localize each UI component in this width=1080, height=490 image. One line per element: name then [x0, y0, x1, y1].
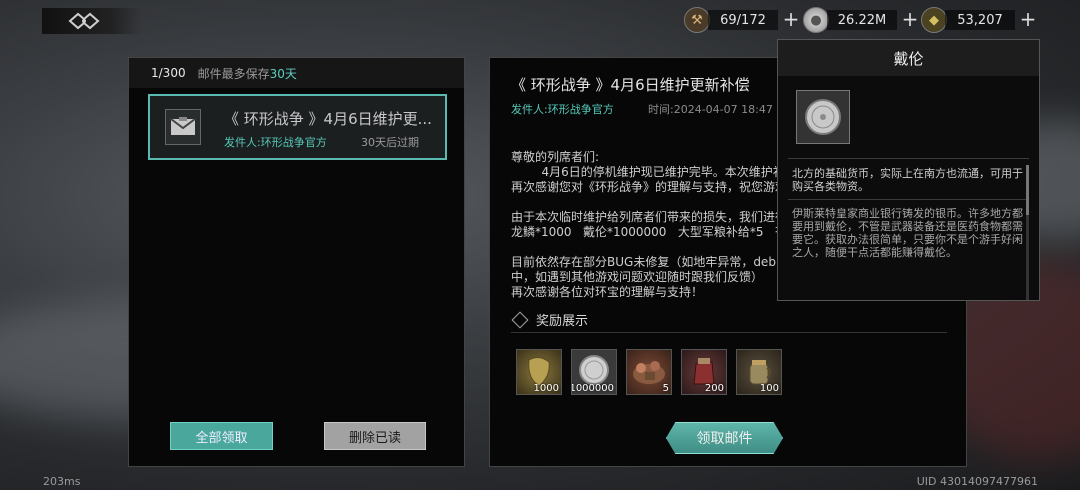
reward-item[interactable]: 1000	[516, 349, 562, 395]
resource-silver: ● 26.22M +	[803, 7, 921, 33]
reward-item[interactable]: 5	[626, 349, 672, 395]
mail-limit-days: 30天	[269, 66, 297, 81]
silver-coin-icon: ●	[803, 7, 829, 33]
ration-icon: ⚒	[684, 7, 710, 33]
tooltip-desc-secondary: 伊斯莱特皇家商业银行铸发的银币。许多地方都要用到戴伦，不管是武器装备还是医药食物…	[792, 207, 1023, 259]
add-silver-button[interactable]: +	[899, 9, 921, 30]
reward-qty: 1000000	[571, 383, 614, 394]
resource-value: 26.22M	[827, 10, 897, 30]
mail-list-item[interactable]: 《 环形战争 》4月6日维护更... 发件人:环形战争官方 30天后过期	[148, 94, 447, 160]
diamond-icon	[511, 311, 529, 328]
mail-limit: 邮件最多保存30天	[198, 65, 297, 82]
reward-item[interactable]: 200	[681, 349, 727, 395]
resource-dragon-scale: ◆ 53,207 +	[921, 7, 1039, 33]
reward-item[interactable]: 1000000	[571, 349, 617, 395]
resource-value: 53,207	[945, 10, 1015, 30]
delete-read-button[interactable]: 删除已读	[324, 422, 426, 450]
dragon-scale-icon: ◆	[921, 7, 947, 33]
resource-rations: ⚒ 69/172 +	[684, 7, 802, 33]
resource-value: 69/172	[708, 10, 778, 30]
divider	[511, 332, 947, 333]
mail-limit-prefix: 邮件最多保存	[197, 66, 270, 81]
reward-qty: 200	[704, 383, 724, 394]
tooltip-title: 戴伦	[778, 40, 1039, 76]
add-rations-button[interactable]: +	[780, 9, 802, 30]
reward-section-title: 奖励展示	[511, 310, 588, 329]
silver-coin-icon	[796, 90, 850, 144]
reward-item[interactable]: 100	[736, 349, 782, 395]
user-id: UID 43014097477961	[916, 475, 1038, 488]
tooltip-desc-primary: 北方的基础货币，实际上在南方也流通，可用于购买各类物资。	[792, 167, 1023, 193]
item-tooltip: 戴伦 北方的基础货币，实际上在南方也流通，可用于购买各类物资。 伊斯莱特皇家商业…	[777, 39, 1040, 301]
mail-envelope-icon	[165, 109, 201, 145]
claim-all-button[interactable]: 全部领取	[170, 422, 273, 450]
mail-item-title: 《 环形战争 》4月6日维护更...	[224, 110, 432, 128]
mail-item-sender: 发件人:环形战争官方	[224, 136, 327, 149]
tooltip-scrollbar[interactable]	[1026, 165, 1029, 300]
reward-qty: 1000	[533, 383, 559, 394]
mail-list-panel: 1/300 邮件最多保存30天 《 环形战争 》4月6日维护更... 发件人:环…	[128, 57, 465, 467]
reward-qty: 100	[759, 383, 779, 394]
mail-sender: 发件人:环形战争官方	[511, 103, 614, 116]
divider	[788, 158, 1029, 159]
claim-mail-button[interactable]: 领取邮件	[666, 422, 783, 454]
scrollbar-thumb[interactable]	[1026, 165, 1029, 215]
mail-title: 《 环形战争 》4月6日维护更新补偿	[511, 76, 750, 94]
mail-list-header: 1/300 邮件最多保存30天	[129, 58, 464, 88]
game-logo[interactable]	[42, 8, 142, 34]
add-dragon-scale-button[interactable]: +	[1017, 9, 1039, 30]
divider	[788, 199, 1029, 200]
mail-count: 1/300	[151, 66, 186, 80]
mail-time: 时间:2024-04-07 18:47	[648, 103, 773, 116]
reward-qty: 5	[662, 383, 669, 394]
mail-item-expiry: 30天后过期	[361, 136, 419, 149]
reward-list: 1000 1000000 5 200 100	[516, 349, 782, 395]
reward-title-text: 奖励展示	[536, 314, 589, 329]
logo-icon	[68, 12, 100, 30]
ping-indicator: 203ms	[43, 475, 81, 488]
